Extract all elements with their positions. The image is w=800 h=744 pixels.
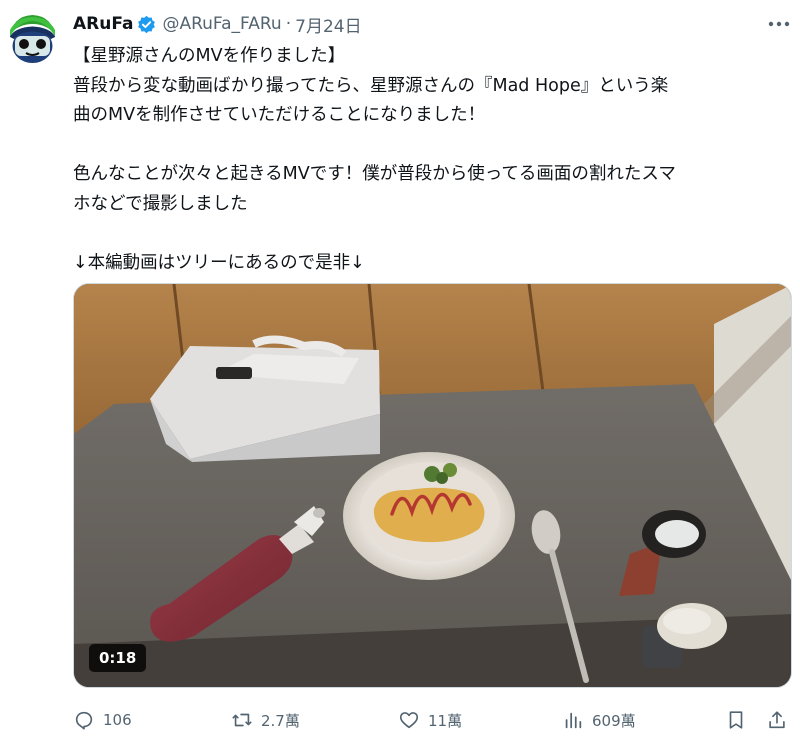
- avatar[interactable]: [6, 12, 59, 65]
- tweet-text-line: ↓本編動画はツリーにあるので是非↓: [73, 252, 365, 273]
- video-player[interactable]: [73, 283, 792, 688]
- tweet-text-line: 色んなことが次々と起きるMVです！僕が普段から使ってる画面の割れたスマ: [73, 164, 676, 184]
- heart-icon: [399, 712, 419, 729]
- tweet-text-line: 普段から変な動画ばかり撮ってたら、星野源さんの『Mad Hope』という楽: [73, 75, 669, 96]
- repost-count: 2.7萬: [261, 711, 300, 730]
- repost-button[interactable]: 2.7萬: [231, 700, 300, 740]
- author-handle[interactable]: @ARuFa_FARu: [162, 14, 281, 34]
- share-icon: [769, 711, 785, 729]
- tweet-text: 【星野源さんのMVを作りました】 普段から変な動画ばかり撮ってたら、星野源さんの…: [73, 42, 783, 278]
- tweet-text-blank-line: [73, 131, 783, 161]
- tweet-text-line: 曲のMVを制作させていただけることになりました！: [73, 105, 486, 125]
- views-button[interactable]: 609萬: [562, 700, 636, 740]
- tweet-text-line: 【星野源さんのMVを作りました】: [73, 46, 346, 66]
- more-horizontal-icon[interactable]: [766, 14, 792, 34]
- tweet-header: ARuFa @ARuFa_FARu · 7月24日: [73, 11, 362, 37]
- reply-count: 106: [103, 711, 132, 729]
- like-button[interactable]: 11萬: [398, 700, 462, 740]
- tweet-actions: 106 2.7萬 11萬 609萬: [73, 700, 793, 740]
- reply-icon: [75, 711, 93, 730]
- video-duration-badge: 0:18: [89, 644, 147, 672]
- tweet-text-blank-line: [73, 219, 783, 249]
- author-name[interactable]: ARuFa: [73, 14, 133, 34]
- verified-badge-icon: [137, 15, 156, 34]
- repost-icon: [232, 713, 252, 727]
- bookmark-button[interactable]: [716, 700, 756, 740]
- like-count: 11萬: [428, 711, 463, 730]
- view-count: 609萬: [592, 711, 636, 730]
- bookmark-icon: [729, 711, 743, 729]
- tweet-text-line: ホなどで撮影しました: [73, 193, 248, 214]
- reply-button[interactable]: 106: [73, 700, 132, 740]
- header-separator: ·: [285, 14, 292, 34]
- views-chart-icon: [565, 712, 582, 729]
- tweet-date[interactable]: 7月24日: [295, 12, 361, 37]
- share-button[interactable]: [757, 700, 797, 740]
